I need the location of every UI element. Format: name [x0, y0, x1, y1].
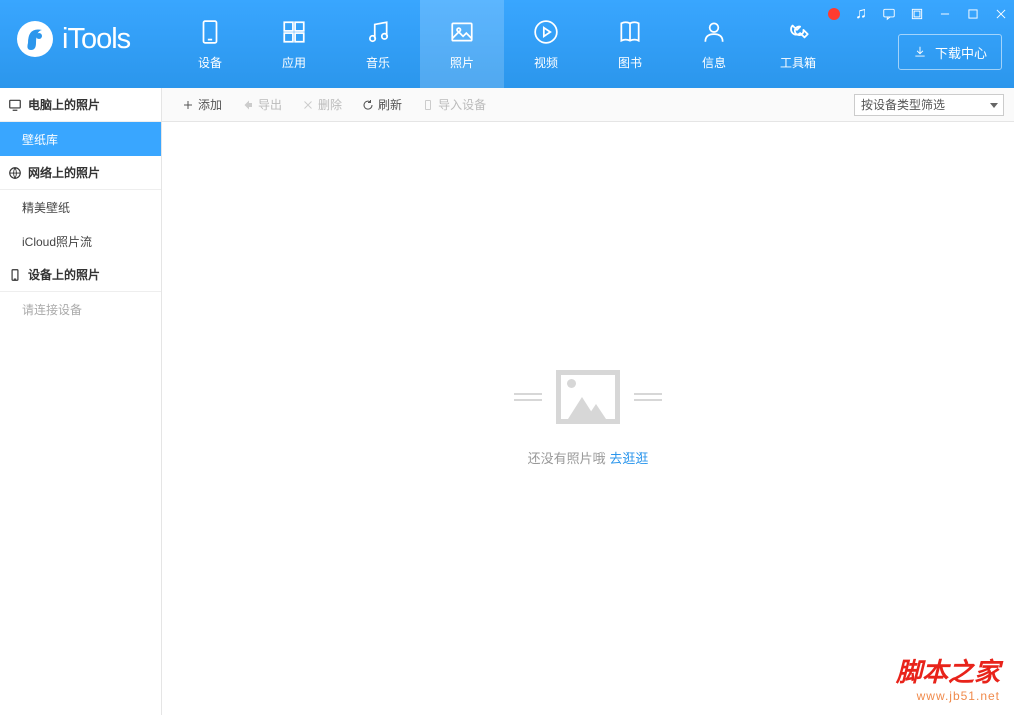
export-button: 导出 — [232, 88, 292, 122]
nav-apps[interactable]: 应用 — [252, 0, 336, 88]
nav-music[interactable]: 音乐 — [336, 0, 420, 88]
device-icon — [196, 18, 224, 46]
app-title: iTools — [62, 23, 130, 56]
delete-button: 删除 — [292, 88, 352, 122]
apps-icon — [280, 18, 308, 46]
book-icon — [616, 18, 644, 46]
empty-state: 还没有照片哦 去逛逛 — [162, 122, 1014, 715]
dash-icon — [514, 393, 542, 401]
app-logo: iTools — [0, 0, 168, 60]
music-icon — [364, 18, 392, 46]
sidebar: 电脑上的照片 壁纸库 网络上的照片 精美壁纸 iCloud照片流 设备上的照片 … — [0, 88, 162, 715]
user-icon — [700, 18, 728, 46]
nav-info[interactable]: 信息 — [672, 0, 756, 88]
skin-icon[interactable] — [904, 1, 930, 27]
nav-photos[interactable]: 照片 — [420, 0, 504, 88]
sidebar-item-icloud-stream[interactable]: iCloud照片流 — [0, 224, 161, 258]
nav-video[interactable]: 视频 — [504, 0, 588, 88]
minimize-icon[interactable] — [932, 1, 958, 27]
globe-icon — [8, 166, 22, 180]
video-icon — [532, 18, 560, 46]
nav-books[interactable]: 图书 — [588, 0, 672, 88]
phone-icon — [8, 268, 22, 282]
sidebar-section-local-photos[interactable]: 电脑上的照片 — [0, 88, 161, 122]
add-button[interactable]: 添加 — [172, 88, 232, 122]
close-icon[interactable] — [988, 1, 1014, 27]
sidebar-item-connect-hint: 请连接设备 — [0, 292, 161, 326]
maximize-icon[interactable] — [960, 1, 986, 27]
sidebar-item-fine-wallpaper[interactable]: 精美壁纸 — [0, 190, 161, 224]
download-icon — [913, 45, 927, 59]
refresh-button[interactable]: 刷新 — [352, 88, 412, 122]
dash-icon — [634, 393, 662, 401]
music-mini-icon[interactable]: ♫ — [848, 1, 874, 27]
placeholder-image-icon — [556, 370, 620, 424]
sidebar-item-wallpaper[interactable]: 壁纸库 — [0, 122, 161, 156]
sidebar-section-device-photos[interactable]: 设备上的照片 — [0, 258, 161, 292]
main-nav: 设备 应用 音乐 照片 视频 图书 信息 工具箱 — [168, 0, 840, 88]
delete-icon — [302, 99, 314, 111]
download-center-button[interactable]: 下载中心 — [898, 34, 1002, 70]
filter-select[interactable]: 按设备类型筛选 — [854, 94, 1004, 116]
nav-device[interactable]: 设备 — [168, 0, 252, 88]
photo-icon — [448, 18, 476, 46]
import-device-button: 导入设备 — [412, 88, 496, 122]
notification-dot-icon — [828, 8, 840, 20]
toolbar: 添加 导出 删除 刷新 导入设备 按设备类型筛选 — [162, 88, 1014, 122]
sidebar-section-web-photos[interactable]: 网络上的照片 — [0, 156, 161, 190]
itools-logo-icon — [14, 18, 56, 60]
wrench-icon — [784, 18, 812, 46]
plus-icon — [182, 99, 194, 111]
monitor-icon — [8, 98, 22, 112]
chat-icon[interactable] — [876, 1, 902, 27]
import-icon — [422, 99, 434, 111]
empty-text: 还没有照片哦 去逛逛 — [528, 448, 649, 467]
watermark: 脚本之家 www.jb51.net — [896, 652, 1000, 703]
export-icon — [242, 99, 254, 111]
browse-link[interactable]: 去逛逛 — [609, 451, 648, 466]
refresh-icon — [362, 99, 374, 111]
